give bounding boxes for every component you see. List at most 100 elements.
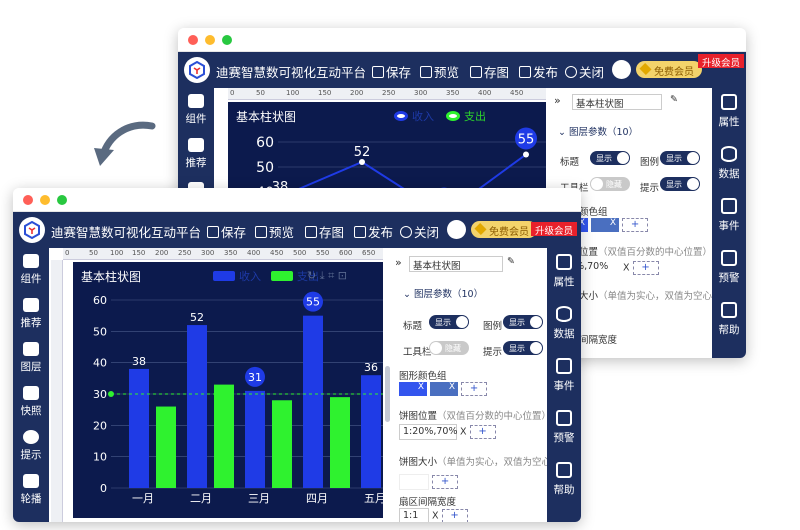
bar-expense xyxy=(214,384,234,488)
toggle-switch[interactable]: 显示 xyxy=(429,315,469,329)
nav-properties[interactable]: 属性 xyxy=(547,248,581,300)
toggle-switch[interactable]: 显示 xyxy=(503,341,543,355)
scrollbar-thumb[interactable] xyxy=(385,366,390,422)
save-button[interactable]: 保存 xyxy=(372,62,411,81)
save-button[interactable]: 保存 xyxy=(207,222,246,241)
pin-label: 55 xyxy=(306,296,320,309)
chart-title-input[interactable]: 基本柱状图 xyxy=(409,256,503,272)
close-dot[interactable] xyxy=(23,195,33,205)
toolbar-toggle[interactable]: 隐藏 xyxy=(429,341,469,355)
ruler-tick: 650 xyxy=(362,249,376,257)
add-pos-button[interactable]: + xyxy=(632,261,659,275)
add-size-button[interactable]: + xyxy=(432,475,459,489)
snapshot-button[interactable]: 存图 xyxy=(305,222,344,241)
app-logo xyxy=(19,217,45,243)
minimize-dot[interactable] xyxy=(205,35,215,45)
collapse-icon[interactable]: » xyxy=(395,256,402,269)
clear-icon[interactable]: X xyxy=(432,511,439,522)
pos-input[interactable]: 1:20%,70% xyxy=(399,424,458,440)
add-color-button[interactable]: + xyxy=(622,218,649,232)
database-icon xyxy=(556,306,572,322)
size-input[interactable] xyxy=(399,474,429,490)
preview-button[interactable]: 预览 xyxy=(255,222,294,241)
bar-expense xyxy=(272,400,292,488)
clear-icon[interactable]: X xyxy=(623,263,630,274)
size-label-text: 饼图大小 xyxy=(399,457,438,468)
nav-alerts[interactable]: 预警 xyxy=(547,404,581,456)
maximize-dot[interactable] xyxy=(57,195,67,205)
publish-button[interactable]: 发布 xyxy=(519,62,558,81)
event-icon xyxy=(721,198,737,214)
tip-toggle[interactable]: 显示 xyxy=(503,341,543,355)
close-button[interactable]: 关闭 xyxy=(400,222,439,241)
toggle-switch[interactable]: 显示 xyxy=(503,315,543,329)
nav-events[interactable]: 事件 xyxy=(712,192,746,244)
snapshot-label: 存图 xyxy=(484,65,510,80)
tip-toggle[interactable]: 显示 xyxy=(660,177,700,191)
nav-data[interactable]: 数据 xyxy=(547,300,581,352)
nav-help[interactable]: 帮助 xyxy=(547,456,581,508)
upgrade-badge[interactable]: 升级会员 xyxy=(698,54,745,69)
legend-toggle[interactable]: 显示 xyxy=(660,151,700,165)
preview-button[interactable]: 预览 xyxy=(420,62,459,81)
toggle-switch[interactable]: 显示 xyxy=(590,151,630,165)
clear-icon[interactable]: X xyxy=(460,427,467,438)
nav-components[interactable]: 组件 xyxy=(13,248,49,292)
toggle-switch[interactable]: 隐藏 xyxy=(429,341,469,355)
maximize-dot[interactable] xyxy=(222,35,232,45)
close-button[interactable]: 关闭 xyxy=(565,62,604,81)
toggle-switch[interactable]: 显示 xyxy=(660,177,700,191)
data-label: 38 xyxy=(132,355,146,368)
save-icon xyxy=(207,225,219,238)
vip-badge[interactable]: 免费会员 xyxy=(471,221,537,238)
nav-recommend[interactable]: 推荐 xyxy=(178,132,214,176)
chart-canvas[interactable]: 基本柱状图 收入 支出 ↻ ⤓ ⌗ ⊡ 0 10 20 30 40 50 60 一月 38 二月 52… xyxy=(73,262,383,518)
nav-carousel[interactable]: 轮播 xyxy=(13,468,49,512)
add-pos-button[interactable]: + xyxy=(469,425,496,439)
toggle-switch[interactable]: 显示 xyxy=(660,151,700,165)
publish-button[interactable]: 发布 xyxy=(354,222,393,241)
title-toggle[interactable]: 显示 xyxy=(590,151,630,165)
nav-events[interactable]: 事件 xyxy=(547,352,581,404)
nav-layers[interactable]: 图层 xyxy=(13,336,49,380)
chart-title-input[interactable]: 基本柱状图 xyxy=(572,94,662,110)
toolbar-toggle[interactable]: 隐藏 xyxy=(590,177,630,191)
color-row: X X + xyxy=(399,382,488,396)
color-swatch[interactable]: X xyxy=(591,218,620,232)
nav-components[interactable]: 组件 xyxy=(178,88,214,132)
user-avatar-icon[interactable] xyxy=(447,220,466,239)
nav-help[interactable]: 帮助 xyxy=(712,296,746,348)
nav-alerts[interactable]: 预警 xyxy=(712,244,746,296)
toggle-switch[interactable]: 隐藏 xyxy=(590,177,630,191)
nav-properties[interactable]: 属性 xyxy=(712,88,746,140)
vip-badge[interactable]: 免费会员 xyxy=(636,61,702,78)
ruler-tick: 250 xyxy=(382,89,396,97)
nav-data[interactable]: 数据 xyxy=(712,140,746,192)
add-gap-button[interactable]: + xyxy=(441,509,468,522)
image-icon xyxy=(305,225,317,238)
nav-tips[interactable]: 提示 xyxy=(13,424,49,468)
ruler-tick: 200 xyxy=(350,89,364,97)
gap-input[interactable]: 1:1 xyxy=(399,508,429,522)
nav-label: 轮播 xyxy=(20,493,42,505)
nav-recommend[interactable]: 推荐 xyxy=(13,292,49,336)
layer-params-header[interactable]: ⌄ 图层参数（10） xyxy=(403,286,483,300)
minimize-dot[interactable] xyxy=(40,195,50,205)
collapse-icon[interactable]: » xyxy=(554,94,561,107)
nav-snapshot[interactable]: 快照 xyxy=(13,380,49,424)
close-dot[interactable] xyxy=(188,35,198,45)
title-toggle[interactable]: 显示 xyxy=(429,315,469,329)
layer-params-header[interactable]: ⌄ 图层参数（10） xyxy=(558,124,638,138)
edit-icon[interactable]: ✎ xyxy=(507,256,515,267)
snapshot-button[interactable]: 存图 xyxy=(470,62,509,81)
user-avatar-icon[interactable] xyxy=(612,60,631,79)
ruler-tick: 300 xyxy=(201,249,215,257)
color-swatch[interactable]: X xyxy=(430,382,459,396)
tip-label: 提示 xyxy=(483,347,503,358)
image-icon xyxy=(470,65,482,78)
upgrade-badge[interactable]: 升级会员 xyxy=(531,222,578,237)
color-swatch[interactable]: X xyxy=(399,382,427,396)
legend-toggle[interactable]: 显示 xyxy=(503,315,543,329)
edit-icon[interactable]: ✎ xyxy=(670,94,678,105)
add-color-button[interactable]: + xyxy=(461,382,488,396)
